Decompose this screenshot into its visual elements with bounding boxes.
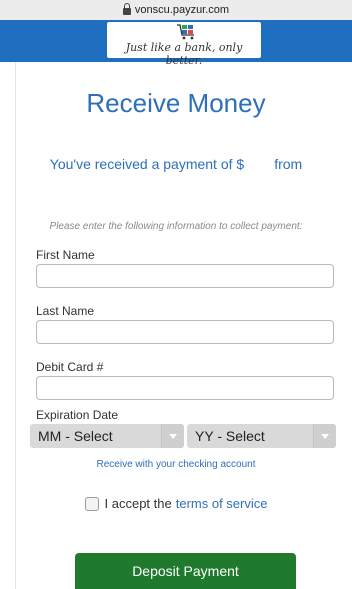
brand-header: Just like a bank, only better.	[0, 20, 352, 67]
accept-text: I accept the	[104, 496, 172, 511]
year-select[interactable]: YY - Select	[187, 424, 336, 448]
received-prefix: You've received a payment of $	[49, 156, 245, 172]
first-name-label: First Name	[36, 248, 95, 262]
received-from: from	[274, 156, 303, 172]
accept-terms-checkbox[interactable]	[84, 496, 99, 511]
year-select-value: YY - Select	[195, 428, 265, 444]
month-select-value: MM - Select	[38, 428, 113, 444]
first-name-input[interactable]	[36, 264, 334, 288]
brand-logo: Just like a bank, only better.	[107, 22, 261, 67]
debit-card-label: Debit Card #	[36, 360, 104, 374]
checking-account-link[interactable]: Receive with your checking account	[0, 459, 352, 470]
debit-card-input[interactable]	[36, 376, 334, 400]
month-select[interactable]: MM - Select	[30, 424, 184, 448]
deposit-payment-button[interactable]: Deposit Payment	[75, 553, 296, 589]
last-name-input[interactable]	[36, 320, 334, 344]
browser-url-bar[interactable]: vonscu.payzur.com	[0, 0, 352, 21]
received-payment-text: You've received a payment of $ from	[0, 156, 352, 172]
url-text: vonscu.payzur.com	[134, 4, 230, 16]
chevron-down-icon	[313, 424, 336, 448]
terms-row: I accept the terms of service	[0, 496, 352, 511]
chevron-down-icon	[161, 424, 184, 448]
instructions-text: Please enter the following information t…	[49, 221, 303, 232]
terms-of-service-link[interactable]: terms of service	[176, 496, 268, 511]
last-name-label: Last Name	[36, 304, 95, 318]
shopping-cart-icon	[177, 24, 194, 40]
page-title: Receive Money	[86, 88, 266, 118]
brand-tagline: Just like a bank, only better.	[125, 41, 243, 67]
expiration-date-label: Expiration Date	[36, 408, 119, 422]
lock-icon	[122, 2, 131, 15]
